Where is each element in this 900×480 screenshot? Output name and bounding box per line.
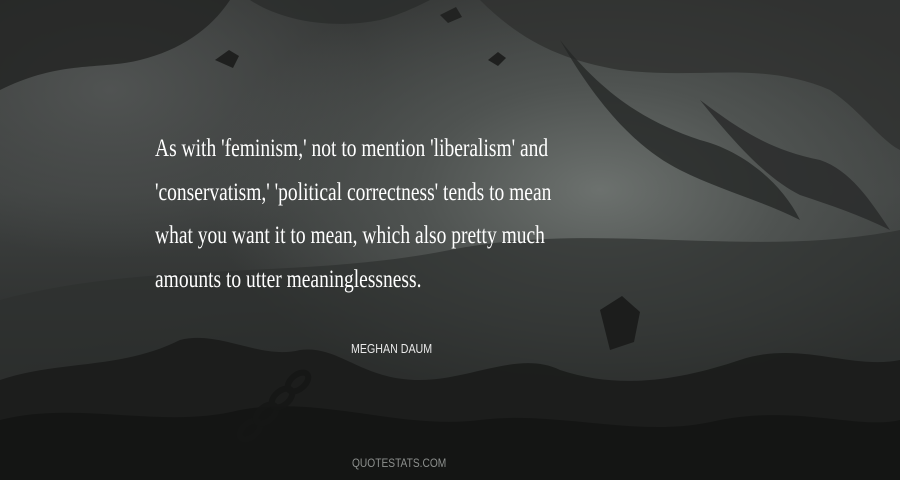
background-rock-shape — [250, 0, 430, 24]
background-rock-shape — [0, 0, 230, 90]
quote-text: As with 'feminism,' not to mention 'libe… — [155, 127, 639, 301]
quote-line: amounts to utter meaninglessness. — [155, 265, 422, 293]
background-debris — [215, 50, 239, 68]
background-debris — [488, 52, 506, 66]
quote-line: 'conservatism,' 'political correctness' … — [155, 178, 552, 206]
quote-line: what you want it to mean, which also pre… — [155, 222, 545, 249]
background-debris — [440, 7, 462, 23]
quote-author: MEGHAN DAUM — [351, 341, 433, 356]
quote-line: As with 'feminism,' not to mention 'libe… — [155, 135, 549, 162]
quote-card: As with 'feminism,' not to mention 'libe… — [0, 0, 900, 480]
site-watermark: QUOTESTATS.COM — [352, 456, 447, 470]
